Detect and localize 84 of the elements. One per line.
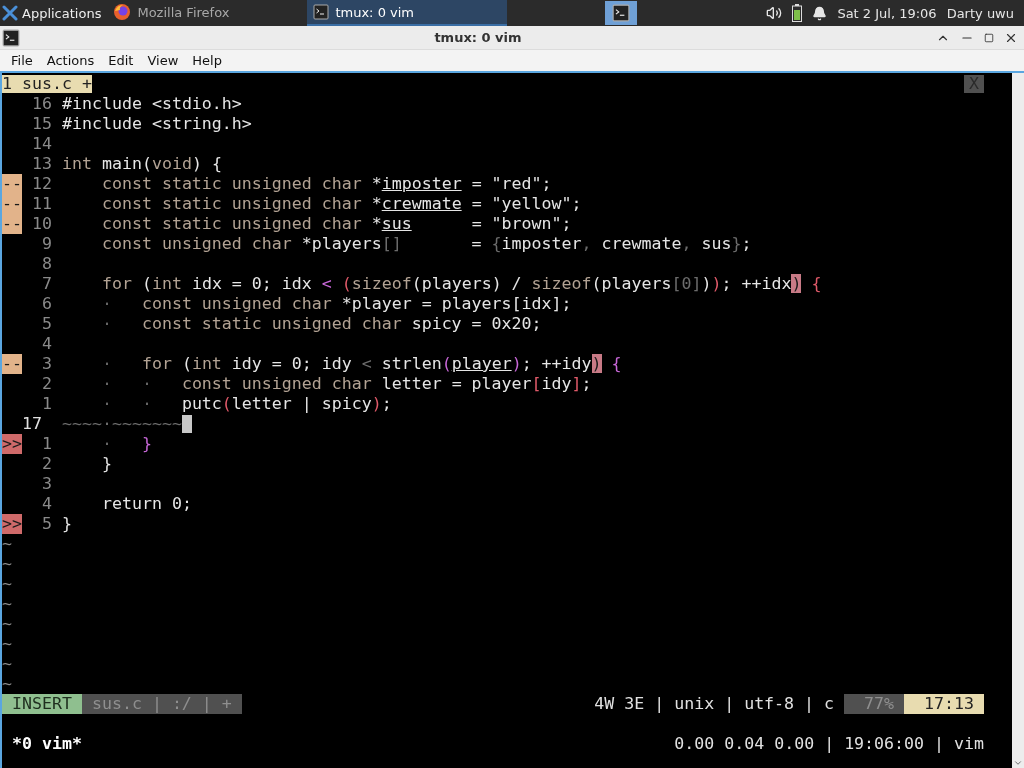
window-title: tmux: 0 vim — [433, 30, 523, 45]
line-number: 5 — [41, 514, 52, 534]
empty-line-marker: ~ — [2, 554, 12, 574]
code-line: · const unsigned char *player = players[idx]; — [100, 294, 572, 314]
battery-icon — [792, 4, 803, 22]
code-line: · · putc(letter | spicy); — [100, 394, 392, 414]
line-number: 11 — [31, 194, 52, 214]
terminal-icon — [612, 4, 631, 22]
scrollbar[interactable] — [1012, 73, 1024, 768]
code-line: · } — [100, 434, 152, 454]
empty-line-marker: ~ — [2, 674, 12, 694]
code-line: const static unsigned char *sus = "brown"; — [100, 214, 572, 234]
panel-clock[interactable]: Sat 2 Jul, 19:06 — [837, 5, 937, 21]
sign-marker: -- — [2, 174, 22, 194]
taskbar-button[interactable]: Mozilla Firefox — [107, 0, 308, 26]
tmux-window[interactable]: *0 vim* — [12, 734, 82, 754]
empty-line-marker: ~ — [2, 594, 12, 614]
scroll-down-icon[interactable] — [1013, 758, 1023, 768]
code-line: ~~~~·~~~~~~~ — [62, 414, 182, 434]
line-number: 15 — [31, 114, 52, 134]
code-line: · · const unsigned char letter = player[idy]; — [100, 374, 592, 394]
terminal-launcher[interactable] — [605, 1, 638, 25]
line-number: 4 — [41, 334, 52, 354]
line-number: 17 — [22, 414, 43, 434]
volume-icon[interactable] — [766, 5, 783, 21]
applications-menu[interactable]: Applications — [0, 0, 108, 26]
mode-indicator: INSERT — [2, 694, 82, 714]
code-line: } — [100, 454, 112, 474]
scroll-percent: 77% — [844, 694, 905, 714]
user-name[interactable]: Darty uwu — [946, 5, 1014, 21]
code-line: #include <stdio.h> — [62, 94, 242, 114]
line-number: 5 — [41, 314, 52, 334]
line-number: 1 — [41, 434, 52, 454]
menu-item[interactable]: Help — [185, 53, 229, 68]
code-line: const unsigned char *players[] = {imposter, crewmate, sus}; — [100, 234, 752, 254]
code-line: for (int idx = 0; idx < (sizeof(players) / sizeof(players[0])); ++idx) { — [100, 274, 822, 294]
terminal-icon — [313, 4, 330, 20]
empty-line-marker: ~ — [2, 574, 12, 594]
menu-item[interactable]: View — [140, 53, 186, 68]
code-line: · const static unsigned char spicy = 0x20; — [100, 314, 542, 334]
line-number: 8 — [41, 254, 52, 274]
sign-marker: >> — [2, 514, 22, 534]
line-number: 4 — [41, 494, 52, 514]
line-number: 2 — [41, 454, 52, 474]
menu-item[interactable]: Actions — [39, 53, 102, 68]
cursor-position: 17:13 — [904, 694, 984, 714]
line-number: 7 — [41, 274, 52, 294]
notification-icon[interactable] — [812, 5, 828, 21]
sign-marker: -- — [2, 214, 22, 234]
code-line: const static unsigned char *crewmate = "yellow"; — [100, 194, 582, 214]
line-number: 1 — [41, 394, 52, 414]
empty-line-marker: ~ — [2, 634, 12, 654]
code-line: int main(void) { — [62, 154, 222, 174]
line-number: 14 — [31, 134, 52, 154]
browser-icon — [113, 3, 132, 21]
maximize-icon[interactable] — [984, 32, 994, 43]
line-number: 2 — [41, 374, 52, 394]
buffer-tab[interactable]: 1 sus.c + — [2, 75, 92, 93]
line-number: 16 — [31, 94, 52, 114]
menu-item[interactable]: Edit — [101, 53, 141, 68]
code-line: } — [62, 514, 72, 534]
code-line: const static unsigned char *imposter = "red"; — [100, 174, 552, 194]
line-number: 10 — [31, 214, 52, 234]
empty-line-marker: ~ — [2, 654, 12, 674]
tmux-status: 0.00 0.04 0.00 | 19:06:00 | vim — [674, 734, 984, 754]
line-number: 9 — [41, 234, 52, 254]
line-number: 6 — [41, 294, 52, 314]
empty-line-marker: ~ — [2, 534, 12, 554]
taskbar-button[interactable]: tmux: 0 vim — [307, 0, 508, 26]
code-line: #include <string.h> — [62, 114, 252, 134]
line-number: 3 — [41, 474, 52, 494]
menu-item[interactable]: File — [4, 53, 40, 68]
code-line: · for (int idy = 0; idy < strlen(player); ++idy) { — [100, 354, 622, 374]
file-meta: 4W 3E | unix | utf-8 | c — [594, 694, 836, 714]
empty-line-marker: ~ — [2, 614, 12, 634]
sign-marker: >> — [2, 434, 22, 454]
line-number: 3 — [41, 354, 52, 374]
line-number: 13 — [31, 154, 52, 174]
line-number: 12 — [31, 174, 52, 194]
sign-marker: -- — [2, 194, 22, 214]
code-line: return 0; — [100, 494, 192, 514]
x-logo-icon — [2, 5, 18, 21]
file-info: sus.c | :/ | + — [81, 694, 242, 714]
sign-marker: -- — [2, 354, 22, 374]
